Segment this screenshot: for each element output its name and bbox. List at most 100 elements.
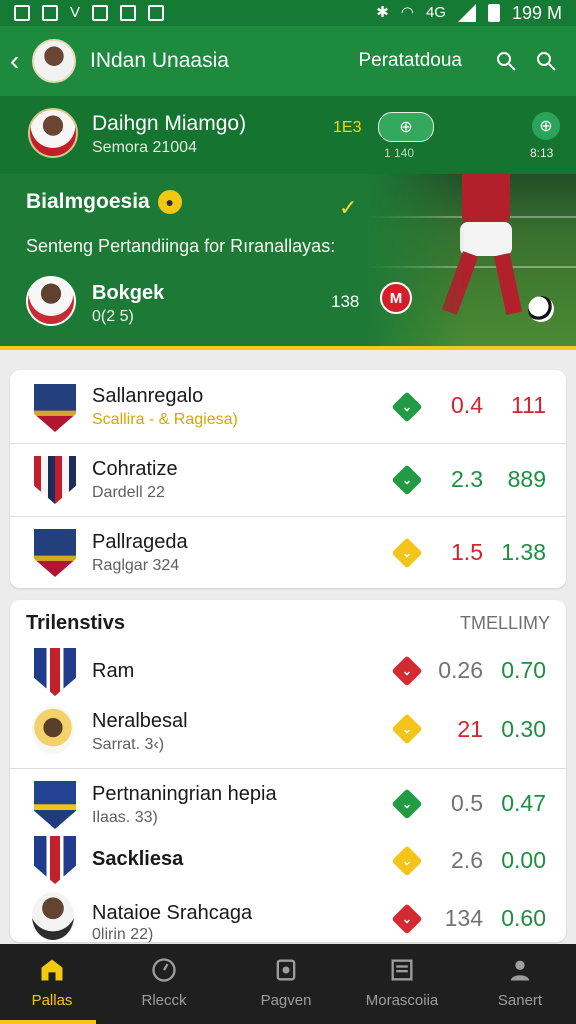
right-value: 0.30 bbox=[501, 716, 546, 742]
news-icon bbox=[388, 956, 416, 984]
row-title: Nataioe Srahcaga bbox=[92, 902, 253, 924]
crest-icon bbox=[34, 529, 76, 577]
tab-morascoiia[interactable]: Morascoiia bbox=[352, 952, 452, 1018]
bottom-nav: Pallas Rlecck Pagven Morascoiia Sanert bbox=[0, 944, 576, 1024]
row-subtitle: Dardell 22 bbox=[92, 484, 165, 501]
clock-icon bbox=[150, 956, 178, 984]
row-subtitle: Scallira - & Ragiesa) bbox=[92, 411, 238, 428]
hero-pill-button[interactable]: ⊕ bbox=[378, 112, 434, 142]
section-filter[interactable]: TMELLIMY bbox=[460, 613, 550, 634]
list-item[interactable]: Neralbesal Sarrat. 3‹) ⌄ 21 0.30 bbox=[10, 700, 566, 766]
avatar bbox=[28, 108, 78, 158]
left-value: 1.5 bbox=[451, 539, 483, 565]
tab-pallas[interactable]: Pallas bbox=[2, 952, 102, 1018]
trending-card: Trilenstivs TMELLIMY Ram ⌄ 0.26 0.70 Ner… bbox=[10, 600, 566, 943]
row-subtitle: Raglgar 324 bbox=[92, 557, 180, 574]
hero-section-title-row: Bialmgoesia ● bbox=[26, 190, 496, 214]
hero-section-title: Bialmgoesia bbox=[26, 190, 150, 213]
list-item[interactable]: Ram ⌄ 0.26 0.70 bbox=[10, 646, 566, 696]
row-title: Sackliesa bbox=[92, 848, 184, 870]
tab-pagven[interactable]: Pagven bbox=[236, 952, 336, 1018]
right-value: 111 bbox=[511, 392, 546, 418]
calendar-icon bbox=[148, 5, 165, 21]
avatar bbox=[32, 706, 74, 754]
search-button-1[interactable] bbox=[486, 41, 526, 81]
search-button-2[interactable] bbox=[526, 41, 566, 81]
hero-banner[interactable]: Daihgn Miamgo) Semora 21004 1E3 ⊕ 1 140 … bbox=[0, 96, 576, 348]
tab-label: Morascoiia bbox=[365, 992, 439, 1009]
letter-v-icon: V bbox=[70, 4, 81, 21]
expand-button[interactable]: ⊕ bbox=[532, 112, 560, 140]
plus-icon: ⊕ bbox=[539, 118, 553, 135]
hero-top-content: Daihgn Miamgo) Semora 21004 1E3 ⊕ 1 140 … bbox=[28, 108, 560, 164]
hero-section-text: Senteng Pertandiinga for Rıranallayas: bbox=[26, 236, 336, 256]
list-item[interactable]: Nataioe Srahcaga 0lirin 22) ⌄ 134 0.60 bbox=[10, 886, 566, 943]
wifi-icon: ◠ bbox=[400, 4, 414, 21]
hero-score: 1E3 bbox=[333, 119, 362, 136]
left-value: 0.4 bbox=[451, 392, 483, 418]
section-header: Trilenstivs TMELLIMY bbox=[26, 612, 550, 636]
featured-matches-card: Sallanregalo Scallira - & Ragiesa) ⌄ 0.4… bbox=[10, 370, 566, 588]
tab-rlecck[interactable]: Rlecck bbox=[114, 952, 214, 1018]
ticket-icon: ⊕ bbox=[399, 119, 413, 136]
tab-label: Pagven bbox=[260, 992, 312, 1009]
avatar bbox=[26, 276, 76, 326]
network-type: 4G bbox=[425, 4, 446, 21]
right-value: 889 bbox=[507, 466, 546, 492]
row-title: Neralbesal bbox=[92, 710, 188, 732]
tab-label: Rlecck bbox=[141, 992, 187, 1009]
player-leg bbox=[493, 252, 523, 316]
list-item[interactable]: Sallanregalo Scallira - & Ragiesa) ⌄ 0.4… bbox=[10, 370, 566, 442]
bluetooth-icon: ✱ bbox=[376, 4, 389, 21]
left-value: 21 bbox=[457, 716, 483, 742]
hero-section: Bialmgoesia ● ✓ Senteng Pertandiinga for… bbox=[26, 190, 496, 330]
right-value: 0.47 bbox=[501, 790, 546, 816]
coin-icon: ● bbox=[157, 190, 182, 214]
left-value: 0.26 bbox=[438, 657, 483, 683]
status-left-icons: V bbox=[14, 4, 165, 21]
left-value: 0.5 bbox=[451, 790, 483, 816]
crest-icon bbox=[34, 836, 76, 884]
hero-mini-left: 1 140 bbox=[384, 146, 415, 160]
crest-icon bbox=[34, 648, 76, 696]
accent-divider bbox=[0, 346, 576, 350]
hero-person-name: Bokgek bbox=[92, 282, 165, 304]
hero-mini-right: 8:13 bbox=[530, 146, 554, 160]
search-icon bbox=[537, 52, 556, 71]
right-value: 0.00 bbox=[501, 847, 546, 873]
left-value: 134 bbox=[444, 905, 483, 931]
app-bar: ‹ INdan Unaasia Peratatdoua bbox=[0, 26, 576, 96]
tab-label: Sanert bbox=[497, 992, 543, 1009]
status-right-icons: ✱ ◠ 4G 199 M bbox=[376, 3, 562, 24]
tab-sanert[interactable]: Sanert bbox=[470, 952, 570, 1018]
left-value: 2.3 bbox=[451, 466, 483, 492]
list-item[interactable]: Pallrageda Raglgar 324 ⌄ 1.5 1.38 bbox=[10, 516, 566, 588]
phone-icon bbox=[92, 5, 109, 21]
section-title: Trilenstivs bbox=[26, 612, 125, 634]
row-title: Pallrageda bbox=[92, 531, 188, 553]
user-icon bbox=[506, 956, 534, 984]
hero-top-row[interactable]: Daihgn Miamgo) Semora 21004 1E3 ⊕ 1 140 … bbox=[0, 96, 576, 174]
row-subtitle: Sarrat. 3‹) bbox=[92, 736, 165, 753]
hero-person-sub: 0(2 5) bbox=[92, 308, 134, 325]
square-outline-icon bbox=[120, 5, 137, 21]
status-bar: V ✱ ◠ 4G 199 M bbox=[0, 0, 576, 26]
signal-icon bbox=[457, 4, 476, 22]
crest-icon bbox=[34, 384, 76, 432]
list-item[interactable]: Cohratize Dardell 22 ⌄ 2.3 889 bbox=[10, 443, 566, 515]
device-icon bbox=[272, 956, 300, 984]
left-value: 2.6 bbox=[451, 847, 483, 873]
list-item[interactable]: Sackliesa ⌄ 2.6 0.00 bbox=[10, 834, 566, 884]
avatar bbox=[32, 892, 74, 940]
back-button[interactable]: ‹ bbox=[10, 45, 32, 77]
appbar-avatar[interactable] bbox=[32, 39, 76, 83]
status-time: 199 M bbox=[511, 2, 562, 23]
image-icon bbox=[14, 5, 30, 21]
right-value: 1.38 bbox=[501, 539, 546, 565]
row-title: Sallanregalo bbox=[92, 385, 204, 407]
list-item[interactable]: Pertnaningrian hepia Ilaas. 33) ⌄ 0.5 0.… bbox=[10, 768, 566, 836]
club-badge-icon: M bbox=[380, 282, 412, 314]
hero-name: Daihgn Miamgo) bbox=[92, 112, 247, 135]
appbar-title: INdan Unaasia bbox=[90, 49, 229, 72]
active-tab-indicator bbox=[0, 1020, 96, 1024]
